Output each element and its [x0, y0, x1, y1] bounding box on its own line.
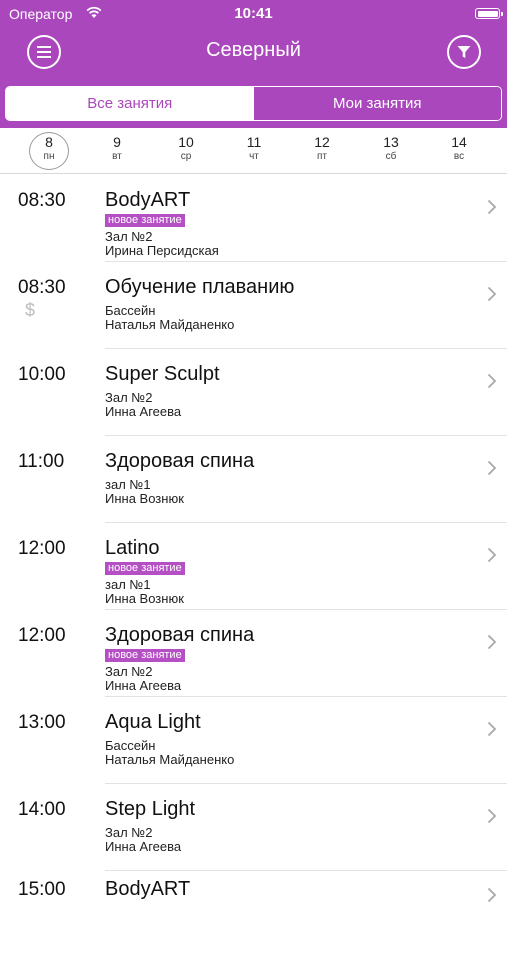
class-trainer: Инна Агеева — [105, 404, 182, 419]
class-room: зал №1 — [105, 577, 151, 592]
class-room: Зал №2 — [105, 229, 153, 244]
battery-icon — [475, 8, 503, 19]
chevron-right-icon — [487, 808, 497, 824]
day-number: 13 — [383, 134, 399, 150]
chevron-right-icon — [487, 634, 497, 650]
class-time: 12:00 — [18, 625, 66, 646]
class-row[interactable]: 13:00 Aqua Light Бассейн Наталья Майдане… — [0, 697, 507, 784]
class-trainer: Инна Вознюк — [105, 591, 184, 606]
chevron-right-icon — [487, 547, 497, 563]
chevron-right-icon — [487, 460, 497, 476]
day-wed[interactable]: 10 ср — [166, 132, 206, 170]
new-class-badge: новое занятие — [105, 214, 185, 227]
class-time: 13:00 — [18, 712, 66, 733]
class-row[interactable]: 10:00 Super Sculpt Зал №2 Инна Агеева — [0, 349, 507, 436]
class-room: Зал №2 — [105, 390, 153, 405]
class-row[interactable]: 12:00 Здоровая спина новое занятие Зал №… — [0, 610, 507, 697]
chevron-right-icon — [487, 286, 497, 302]
page-title: Северный — [206, 39, 301, 61]
chevron-right-icon — [487, 887, 497, 903]
class-name: BodyART — [105, 878, 191, 900]
class-time: 10:00 — [18, 364, 66, 385]
day-weekday: чт — [249, 151, 259, 162]
chevron-right-icon — [487, 199, 497, 215]
class-room: Зал №2 — [105, 664, 153, 679]
new-class-badge: новое занятие — [105, 649, 185, 662]
day-fri[interactable]: 12 пт — [302, 132, 342, 170]
class-row[interactable]: 08:30 BodyART новое занятие Зал №2 Ирина… — [0, 175, 507, 262]
class-row[interactable]: 14:00 Step Light Зал №2 Инна Агеева — [0, 784, 507, 871]
class-trainer: Инна Вознюк — [105, 491, 184, 506]
tab-all-classes[interactable]: Все занятия — [6, 87, 254, 120]
class-room: Бассейн — [105, 738, 156, 753]
class-trainer: Ирина Персидская — [105, 243, 219, 258]
day-thu[interactable]: 11 чт — [234, 132, 274, 170]
class-trainer: Инна Агеева — [105, 839, 182, 854]
dollar-icon: $ — [25, 300, 36, 320]
day-tue[interactable]: 9 вт — [97, 132, 137, 170]
filter-icon — [457, 46, 471, 58]
class-time: 14:00 — [18, 799, 66, 820]
new-class-badge: новое занятие — [105, 562, 185, 575]
filter-button[interactable] — [447, 35, 481, 69]
class-name: Здоровая спина — [105, 624, 255, 646]
day-number: 12 — [314, 134, 330, 150]
class-room: зал №1 — [105, 477, 151, 492]
tab-my-classes[interactable]: Мои занятия — [253, 87, 501, 120]
class-trainer: Инна Агеева — [105, 678, 182, 693]
class-row[interactable]: 11:00 Здоровая спина зал №1 Инна Вознюк — [0, 436, 507, 523]
day-number: 11 — [246, 134, 262, 150]
class-time: 08:30 — [18, 277, 66, 298]
class-trainer: Наталья Майданенко — [105, 752, 235, 767]
chevron-right-icon — [487, 373, 497, 389]
week-day-selector: 8 пн 9 вт 10 ср 11 чт 12 пт 13 сб 14 вс — [0, 128, 507, 174]
day-sun[interactable]: 14 вс — [439, 132, 479, 170]
class-name: Здоровая спина — [105, 450, 255, 472]
day-number: 8 — [45, 134, 53, 150]
class-row[interactable]: 08:30 $ Обучение плаванию Бассейн Наталь… — [0, 262, 507, 349]
day-sat[interactable]: 13 сб — [371, 132, 411, 170]
class-time: 12:00 — [18, 538, 66, 559]
class-name: Super Sculpt — [105, 363, 220, 385]
day-number: 9 — [113, 134, 121, 150]
class-row[interactable]: 15:00 BodyART — [0, 871, 507, 958]
day-weekday: вт — [112, 151, 122, 162]
tabs-segmented-control: Все занятия Мои занятия — [5, 86, 502, 121]
day-weekday: ср — [180, 151, 192, 162]
class-name: Aqua Light — [105, 711, 201, 733]
day-weekday: сб — [385, 151, 397, 162]
day-weekday: вс — [453, 151, 465, 162]
class-time: 11:00 — [18, 451, 65, 472]
chevron-right-icon — [487, 721, 497, 737]
app-header: Оператор 10:41 Северный Все занятия Мои … — [0, 0, 507, 128]
class-name: Step Light — [105, 798, 196, 820]
status-bar: Оператор 10:41 — [0, 0, 507, 30]
class-schedule-list: 08:30 BodyART новое занятие Зал №2 Ирина… — [0, 175, 507, 958]
status-time: 10:41 — [234, 5, 273, 22]
class-name: Latino — [105, 537, 160, 559]
class-room: Зал №2 — [105, 825, 153, 840]
day-mon[interactable]: 8 пн — [29, 132, 69, 170]
day-number: 14 — [451, 134, 467, 150]
class-room: Бассейн — [105, 303, 156, 318]
day-number: 10 — [178, 134, 194, 150]
class-row[interactable]: 12:00 Latino новое занятие зал №1 Инна В… — [0, 523, 507, 610]
class-trainer: Наталья Майданенко — [105, 317, 235, 332]
day-weekday: пн — [43, 151, 55, 162]
class-time: 08:30 — [18, 190, 66, 211]
day-weekday: пт — [317, 151, 327, 162]
class-name: BodyART — [105, 189, 191, 211]
class-name: Обучение плаванию — [105, 276, 295, 298]
class-time: 15:00 — [18, 879, 66, 900]
